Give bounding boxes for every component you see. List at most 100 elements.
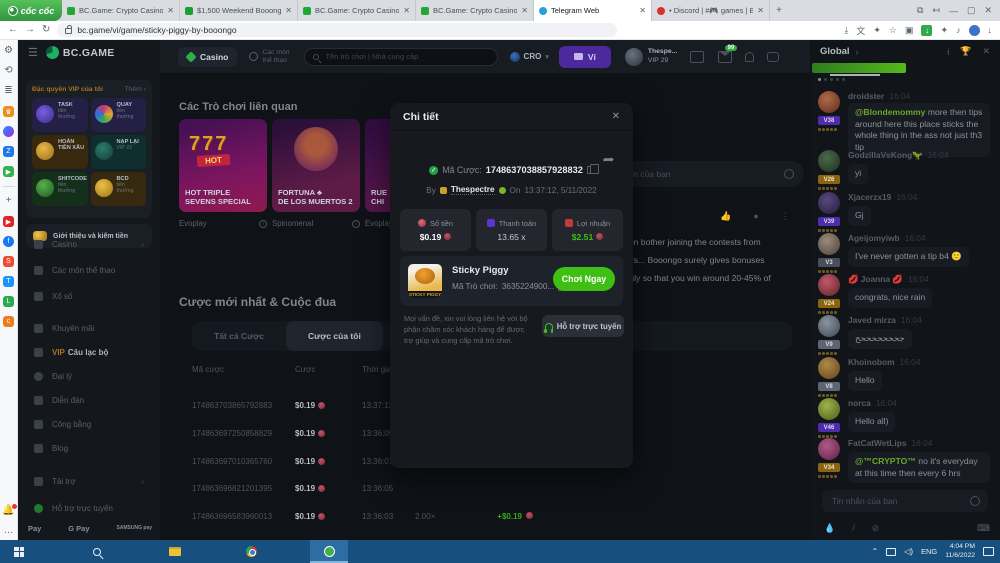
forward-icon[interactable]: → bbox=[25, 25, 35, 35]
bet-user-link[interactable]: Thespectre bbox=[451, 185, 495, 195]
info-icon[interactable]: i bbox=[352, 220, 360, 228]
info-icon[interactable]: i bbox=[259, 220, 267, 228]
chat-close-icon[interactable]: ✕ bbox=[982, 46, 990, 57]
games-icon[interactable]: ▶ bbox=[3, 166, 14, 177]
emoji-icon[interactable] bbox=[784, 169, 794, 179]
tab-all-bets[interactable]: Tất cả Cược bbox=[192, 321, 286, 351]
avatar[interactable] bbox=[818, 150, 840, 172]
pin-icon[interactable]: ● bbox=[753, 211, 758, 222]
close-window-button[interactable]: ✕ bbox=[984, 5, 992, 16]
chat-banner[interactable] bbox=[812, 63, 906, 73]
bookmark-star-icon[interactable]: ☆ bbox=[889, 25, 897, 36]
vip-tile-reload[interactable]: NẠP LẠIVIP 22 bbox=[91, 135, 147, 169]
play-now-button[interactable]: Chơi Ngay bbox=[553, 267, 615, 291]
sidebar-item-promotions[interactable]: Khuyến mãi bbox=[26, 317, 152, 339]
sidebar-more-icon[interactable]: … bbox=[4, 526, 14, 537]
share-icon[interactable]: ✦ bbox=[873, 25, 881, 36]
chat-username[interactable]: Xjacerzx1916:04 bbox=[848, 192, 917, 202]
tab-sports[interactable]: Các mônthể thao bbox=[249, 49, 289, 65]
sidebar-item-fairness[interactable]: Công bằng bbox=[26, 413, 152, 435]
tab-casino[interactable]: Casino bbox=[178, 47, 237, 67]
chat-username[interactable]: Khoinobom16:04 bbox=[848, 357, 921, 367]
history-icon[interactable]: ⟲ bbox=[4, 66, 12, 77]
browser-profile-icon[interactable] bbox=[969, 25, 980, 36]
facebook-icon[interactable]: f bbox=[3, 236, 14, 247]
sidebar-item-live-support[interactable]: Hỗ trợ trực tuyến bbox=[26, 497, 152, 519]
back-icon[interactable]: ← bbox=[8, 25, 18, 35]
tab-close-icon[interactable]: ✕ bbox=[285, 6, 292, 15]
maximize-button[interactable]: ▢ bbox=[967, 5, 976, 16]
live-support-button[interactable]: Hỗ trợ trực tuyến bbox=[542, 315, 624, 337]
emoji-icon[interactable] bbox=[970, 496, 980, 506]
feeds-icon[interactable]: ≣ bbox=[4, 86, 12, 97]
youtube-icon[interactable]: ▶ bbox=[3, 216, 14, 227]
chevron-right-icon[interactable]: › bbox=[856, 47, 859, 57]
zalo-icon[interactable]: Z bbox=[3, 146, 14, 157]
bcgame-logo[interactable]: BC.GAME bbox=[46, 46, 115, 59]
file-explorer-button[interactable] bbox=[156, 540, 194, 563]
chrome-taskbar-button[interactable] bbox=[232, 540, 270, 563]
rain-icon[interactable]: 💧 bbox=[824, 523, 835, 534]
translate-icon[interactable]: 文 bbox=[856, 24, 865, 37]
lazada-icon[interactable]: L bbox=[3, 296, 14, 307]
chat-toggle-icon[interactable] bbox=[767, 52, 779, 62]
browser-tab-3[interactable]: BC.Game: Crypto Casino Ga✕ bbox=[298, 0, 416, 21]
browser-tab-6[interactable]: • Discord | #🎮 games | BC G✕ bbox=[652, 0, 770, 21]
tab-close-icon[interactable]: ✕ bbox=[639, 6, 646, 15]
avatar[interactable] bbox=[818, 274, 840, 296]
start-button[interactable] bbox=[0, 540, 38, 563]
avatar[interactable] bbox=[818, 438, 840, 460]
avatar[interactable] bbox=[818, 357, 840, 379]
taskbar-clock[interactable]: 4:04 PM11/6/2022 bbox=[945, 543, 975, 560]
downloads-icon[interactable]: ↓ bbox=[988, 25, 993, 35]
gif-icon[interactable]: ⊘ bbox=[872, 523, 880, 534]
browser-tab-4[interactable]: BC.Game: Crypto Casino Ga✕ bbox=[416, 0, 534, 21]
game-card-hot-triple-sevens[interactable]: 777 HOT HOT TRIPLESEVENS SPECIAL bbox=[179, 119, 267, 212]
sidebar-item-affiliate[interactable]: Đại lý bbox=[26, 365, 152, 387]
sidebar-item-casino[interactable]: Casino› bbox=[26, 233, 152, 255]
chat-username[interactable]: FatCatWetLips16:04 bbox=[848, 438, 932, 448]
like-icon[interactable]: 👍 bbox=[720, 211, 731, 222]
browser-tab-5-active[interactable]: Telegram Web✕ bbox=[534, 0, 652, 21]
hamburger-icon[interactable]: ☰ bbox=[28, 46, 38, 59]
sidebar-item-blog[interactable]: Blog bbox=[26, 437, 152, 459]
vip-tile-bcd[interactable]: BCDtiền thưởng bbox=[91, 172, 147, 206]
chat-username[interactable]: Javed mirza16:04 bbox=[848, 315, 922, 325]
sidebar-item-forum[interactable]: Diễn đàn bbox=[26, 389, 152, 411]
coccoc-menu-button[interactable]: cốc cốc bbox=[0, 0, 62, 21]
vip-tile-shitcode[interactable]: SHITCODEtiền thưởng bbox=[32, 172, 88, 206]
copy-icon[interactable] bbox=[587, 166, 594, 174]
avatar[interactable] bbox=[818, 91, 840, 113]
messenger-icon[interactable] bbox=[3, 126, 14, 137]
user-avatar[interactable] bbox=[625, 48, 643, 66]
sidebar-item-sports[interactable]: Các môn thể thao bbox=[26, 259, 152, 281]
download-badge-icon[interactable]: ↓ bbox=[921, 25, 932, 36]
keyboard-icon[interactable]: ⌨ bbox=[977, 523, 990, 534]
vip-panel-more-link[interactable]: Thêm › bbox=[124, 86, 146, 93]
sidebar-item-vip-club[interactable]: VIPCâu lạc bộ bbox=[26, 341, 152, 363]
wallet-button[interactable]: Ví bbox=[559, 46, 611, 68]
tab-close-icon[interactable]: ✕ bbox=[521, 6, 528, 15]
user-info[interactable]: Thespe...VIP 29 bbox=[648, 48, 677, 65]
chat-username[interactable]: droidster16:04 bbox=[848, 91, 910, 101]
adblock-shield-icon[interactable]: ▣ bbox=[905, 25, 914, 36]
notifications-bell-icon[interactable]: 🔔 bbox=[2, 506, 14, 517]
shopee-icon[interactable]: S bbox=[3, 256, 14, 267]
game-card-fortuna-muertos[interactable]: FORTUNA ♣DE LOS MUERTOS 2 bbox=[272, 119, 360, 212]
avatar[interactable] bbox=[818, 315, 840, 337]
sidebar-item-sponsorship[interactable]: Tài trợ› bbox=[26, 470, 152, 492]
tab-search-icon[interactable]: ⧉ bbox=[917, 5, 923, 16]
mail-icon[interactable]: 99 bbox=[718, 51, 732, 63]
tab-close-icon[interactable]: ✕ bbox=[167, 6, 174, 15]
search-input[interactable] bbox=[324, 51, 474, 62]
new-tab-button[interactable]: + bbox=[770, 0, 788, 21]
menu-list-icon[interactable] bbox=[690, 51, 704, 63]
extensions-icon[interactable]: ✦ bbox=[940, 25, 948, 36]
tray-expand-icon[interactable]: ⌃ bbox=[871, 547, 878, 556]
avatar[interactable] bbox=[818, 192, 840, 214]
notifications-icon[interactable] bbox=[745, 52, 754, 62]
action-center-icon[interactable] bbox=[983, 547, 994, 556]
browser-tab-1[interactable]: BC.Game: Crypto Casino Ga✕ bbox=[62, 0, 180, 21]
currency-selector[interactable]: CRO▾ bbox=[510, 52, 549, 62]
volume-icon[interactable]: ◁) bbox=[904, 547, 913, 556]
